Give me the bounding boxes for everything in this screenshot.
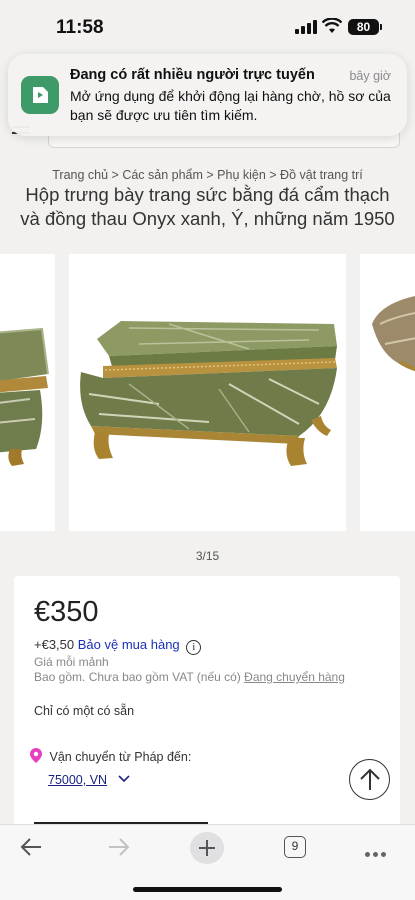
arrow-up-icon	[360, 768, 380, 790]
product-title-line1: Hộp trưng bày trang sức bằng đá cẩm thạc…	[25, 184, 390, 205]
gallery-image-prev[interactable]	[0, 254, 55, 531]
price-card: €350 +€3,50 Bảo vệ mua hàng i Giá mỗi mả…	[14, 576, 400, 826]
more-icon[interactable]	[365, 844, 389, 862]
chevron-down-icon[interactable]	[118, 775, 130, 783]
notification-title: Đang có rất nhiều người trực tuyến	[70, 67, 315, 83]
gallery-image-main[interactable]	[69, 254, 346, 531]
battery-level: 80	[348, 19, 379, 35]
vat-note: Bao gồm. Chưa bao gồm VAT (nếu có)	[34, 670, 241, 684]
stock-status: Chỉ có một có sẵn	[34, 704, 135, 718]
product-title: Hộp trưng bày trang sức bằng đá cẩm thạc…	[0, 183, 415, 231]
location-pin-icon	[30, 748, 42, 763]
shipping-link[interactable]: Đang chuyển hàng	[244, 670, 345, 684]
postal-code-selector[interactable]: 75000, VN	[48, 773, 107, 787]
breadcrumb[interactable]: Trang chủ > Các sản phẩm > Phụ kiện > Đồ…	[0, 168, 415, 182]
battery-tip	[380, 24, 382, 30]
unit-price-note: Giá mỗi mảnh	[34, 655, 109, 669]
new-tab-button[interactable]	[190, 832, 224, 864]
scroll-to-top-button[interactable]	[349, 759, 390, 800]
forward-arrow-icon[interactable]	[107, 833, 131, 861]
back-arrow-icon[interactable]	[19, 833, 43, 861]
gallery-counter: 3/15	[195, 549, 220, 563]
image-gallery[interactable]	[0, 254, 415, 532]
shipping-from-row: Vận chuyển từ Pháp đến:	[30, 748, 191, 764]
gallery-image-next[interactable]	[360, 254, 415, 531]
purchase-protection-row: +€3,50 Bảo vệ mua hàng i	[34, 637, 202, 655]
signal-icon	[295, 20, 317, 34]
notification-body: Mở ứng dụng để khởi động lại hàng chờ, h…	[70, 88, 391, 123]
app-logo-icon	[21, 76, 59, 114]
tabs-icon[interactable]: 9	[284, 836, 306, 858]
protection-fee: +€3,50	[34, 637, 75, 652]
vat-note-row: Bao gồm. Chưa bao gồm VAT (nếu có) Đang …	[34, 670, 345, 684]
status-time: 11:58	[56, 17, 104, 38]
product-title-line2: và đồng thau Onyx xanh, Ý, những năm 195…	[20, 208, 395, 229]
price: €350	[34, 596, 99, 628]
purchase-protection-link[interactable]: Bảo vệ mua hàng	[78, 637, 180, 652]
notification-banner[interactable]: Đang có rất nhiều người trực tuyến bây g…	[8, 54, 407, 136]
plus-icon	[199, 840, 215, 856]
home-indicator	[133, 887, 282, 892]
wifi-icon	[322, 18, 342, 33]
status-bar: 11:58 80	[0, 0, 415, 52]
info-icon[interactable]: i	[186, 640, 202, 655]
shipping-from-label: Vận chuyển từ Pháp đến:	[49, 750, 192, 764]
notification-time: bây giờ	[349, 69, 391, 83]
browser-toolbar: 9	[0, 824, 415, 900]
